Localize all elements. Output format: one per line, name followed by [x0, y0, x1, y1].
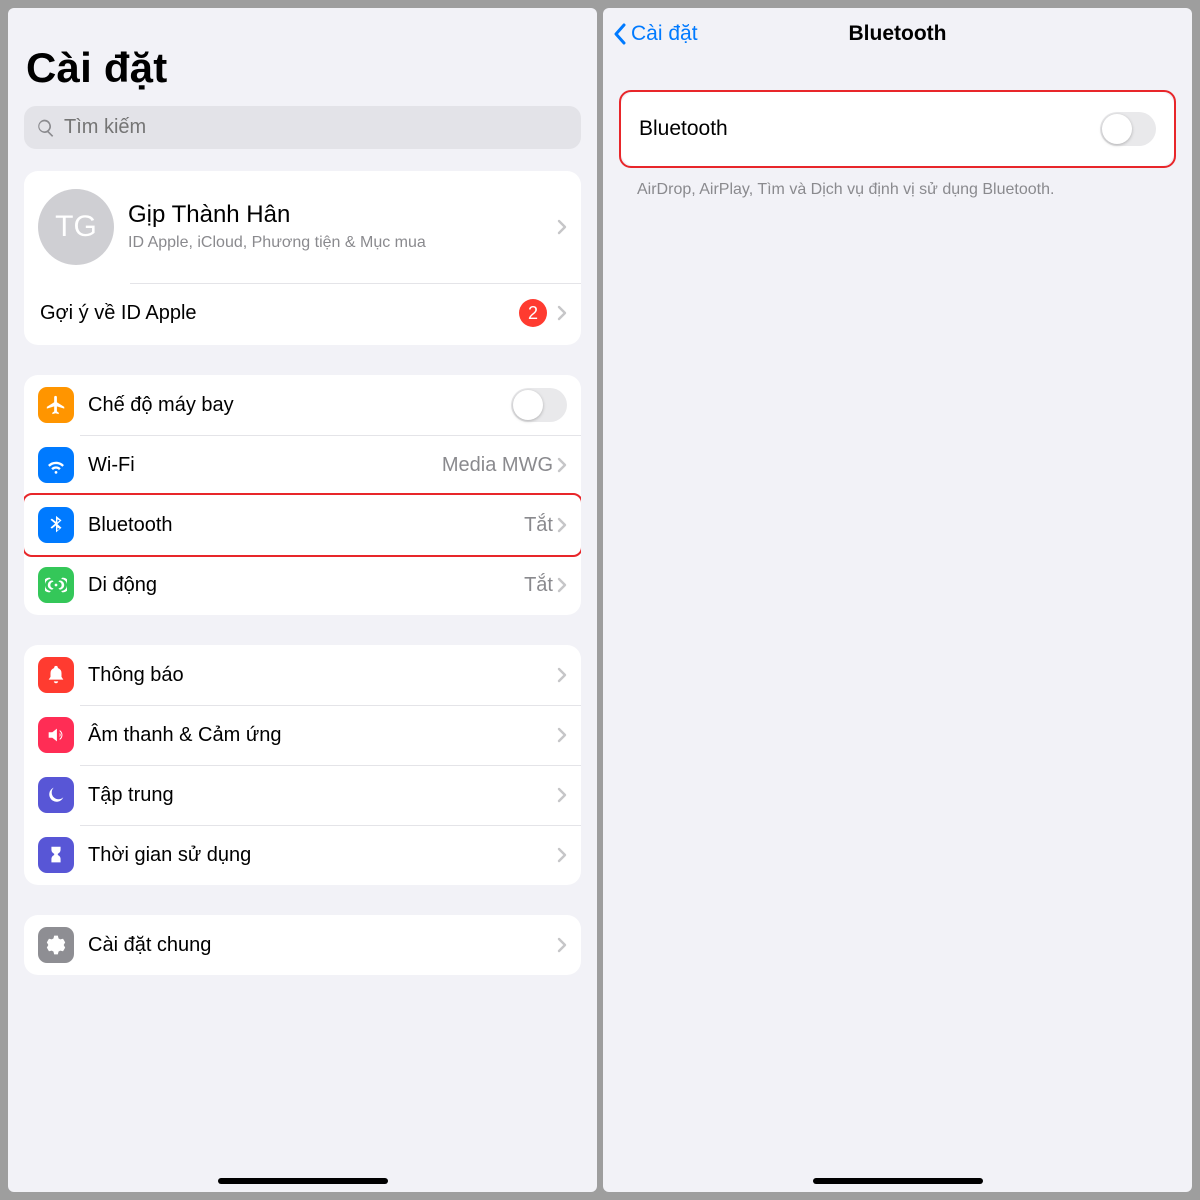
bluetooth-toggle-label: Bluetooth	[639, 117, 1100, 141]
focus-row[interactable]: Tập trung	[24, 765, 581, 825]
chevron-right-icon	[557, 219, 567, 235]
moon-icon	[38, 777, 74, 813]
profile-name: Gịp Thành Hân	[128, 201, 557, 229]
nav-bar: Cài đặt Bluetooth	[603, 8, 1192, 56]
sounds-label: Âm thanh & Cảm ứng	[88, 724, 557, 747]
cellular-row[interactable]: Di động Tắt	[24, 555, 581, 615]
alerts-group: Thông báo Âm thanh & Cảm ứng Tập trung	[24, 645, 581, 885]
wifi-icon	[38, 447, 74, 483]
home-indicator[interactable]	[813, 1178, 983, 1184]
speaker-icon	[38, 717, 74, 753]
profile-subtitle: ID Apple, iCloud, Phương tiện & Mục mua	[128, 233, 557, 254]
airplane-mode-toggle[interactable]	[511, 388, 567, 422]
back-label: Cài đặt	[631, 22, 698, 46]
bluetooth-row[interactable]: Bluetooth Tắt	[24, 493, 581, 557]
chevron-right-icon	[557, 667, 567, 683]
cellular-value: Tắt	[524, 574, 553, 597]
gear-icon	[38, 927, 74, 963]
bluetooth-label: Bluetooth	[88, 514, 524, 537]
general-group: Cài đặt chung	[24, 915, 581, 975]
notifications-label: Thông báo	[88, 664, 557, 687]
bluetooth-value: Tắt	[524, 514, 553, 537]
home-indicator[interactable]	[218, 1178, 388, 1184]
wifi-label: Wi-Fi	[88, 454, 442, 477]
suggestion-label: Gợi ý về ID Apple	[40, 302, 519, 325]
airplane-icon	[38, 387, 74, 423]
search-input[interactable]	[64, 116, 569, 139]
chevron-right-icon	[557, 577, 567, 593]
page-title: Cài đặt	[26, 44, 581, 92]
chevron-right-icon	[557, 457, 567, 473]
airplane-mode-label: Chế độ máy bay	[88, 394, 511, 417]
wifi-row[interactable]: Wi-Fi Media MWG	[24, 435, 581, 495]
settings-main-pane: Cài đặt TG Gịp Thành Hân ID Apple, iClou…	[8, 8, 597, 1192]
connectivity-group: Chế độ máy bay Wi-Fi Media MWG Bluetooth…	[24, 375, 581, 615]
notification-badge: 2	[519, 299, 547, 327]
bell-icon	[38, 657, 74, 693]
bluetooth-toggle-row[interactable]: Bluetooth	[621, 92, 1174, 166]
notifications-row[interactable]: Thông báo	[24, 645, 581, 705]
general-row[interactable]: Cài đặt chung	[24, 915, 581, 975]
screentime-row[interactable]: Thời gian sử dụng	[24, 825, 581, 885]
back-button[interactable]: Cài đặt	[613, 22, 698, 46]
bluetooth-icon	[38, 507, 74, 543]
sounds-row[interactable]: Âm thanh & Cảm ứng	[24, 705, 581, 765]
bluetooth-toggle[interactable]	[1100, 112, 1156, 146]
screentime-label: Thời gian sử dụng	[88, 844, 557, 867]
airplane-mode-row[interactable]: Chế độ máy bay	[24, 375, 581, 435]
bluetooth-detail-pane: Cài đặt Bluetooth Bluetooth AirDrop, Air…	[603, 8, 1192, 1192]
focus-label: Tập trung	[88, 784, 557, 807]
profile-row[interactable]: TG Gịp Thành Hân ID Apple, iCloud, Phươn…	[24, 171, 581, 283]
search-icon	[36, 118, 56, 138]
bluetooth-footer-text: AirDrop, AirPlay, Tìm và Dịch vụ định vị…	[619, 168, 1176, 211]
general-label: Cài đặt chung	[88, 934, 557, 957]
apple-id-suggestion-row[interactable]: Gợi ý về ID Apple 2	[24, 283, 581, 345]
avatar: TG	[38, 189, 114, 265]
chevron-right-icon	[557, 727, 567, 743]
wifi-value: Media MWG	[442, 454, 553, 477]
chevron-right-icon	[557, 787, 567, 803]
chevron-right-icon	[557, 305, 567, 321]
hourglass-icon	[38, 837, 74, 873]
cellular-label: Di động	[88, 574, 524, 597]
chevron-left-icon	[613, 23, 627, 45]
cellular-icon	[38, 567, 74, 603]
bluetooth-toggle-card: Bluetooth	[619, 90, 1176, 168]
apple-id-card: TG Gịp Thành Hân ID Apple, iCloud, Phươn…	[24, 171, 581, 345]
chevron-right-icon	[557, 517, 567, 533]
chevron-right-icon	[557, 847, 567, 863]
chevron-right-icon	[557, 937, 567, 953]
search-field[interactable]	[24, 106, 581, 149]
